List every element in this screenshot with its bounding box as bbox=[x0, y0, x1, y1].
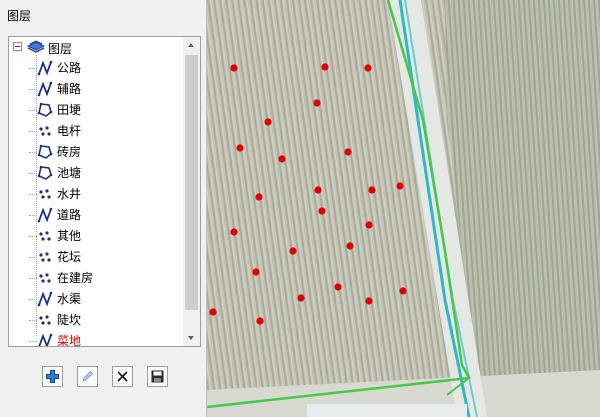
map-point-marker[interactable] bbox=[365, 297, 373, 305]
polygon-layer-icon bbox=[37, 144, 53, 159]
line-layer-icon bbox=[37, 291, 53, 307]
layer-item[interactable]: 水渠 bbox=[29, 289, 177, 309]
map-point-marker[interactable] bbox=[252, 268, 260, 276]
point-layer-icon bbox=[39, 126, 51, 136]
layer-tree[interactable]: 图层 公路辅路田埂电杆砖房池塘水井道路其他花坛在建房水渠陡坎菜地 bbox=[8, 36, 201, 347]
layer-item[interactable]: 在建房 bbox=[29, 268, 177, 288]
map-point-marker[interactable] bbox=[346, 242, 354, 250]
map-point-marker[interactable] bbox=[209, 308, 217, 316]
line-layer-icon bbox=[37, 81, 53, 97]
line-layer-icon bbox=[37, 60, 53, 76]
layer-label: 电杆 bbox=[57, 124, 82, 138]
aerial-imagery bbox=[207, 0, 600, 417]
layer-label: 其他 bbox=[57, 229, 82, 243]
map-point-marker[interactable] bbox=[236, 144, 244, 152]
map-point-marker[interactable] bbox=[256, 317, 264, 325]
edit-layer-button[interactable] bbox=[77, 366, 98, 387]
point-layer-icon bbox=[39, 315, 51, 325]
map-point-marker[interactable] bbox=[230, 228, 238, 236]
map-point-marker[interactable] bbox=[313, 99, 321, 107]
map-point-marker[interactable] bbox=[289, 247, 297, 255]
line-layer-icon bbox=[37, 207, 53, 223]
layer-item[interactable]: 电杆 bbox=[29, 121, 177, 141]
layer-label: 砖房 bbox=[57, 145, 82, 159]
map-point-marker[interactable] bbox=[314, 186, 322, 194]
add-layer-button[interactable] bbox=[42, 366, 63, 387]
layer-item[interactable]: 公路 bbox=[29, 58, 177, 78]
line-layer-icon bbox=[38, 333, 53, 346]
point-layer-icon bbox=[39, 252, 51, 262]
plus-icon bbox=[46, 370, 59, 383]
layer-label: 在建房 bbox=[57, 271, 94, 285]
map-point-marker[interactable] bbox=[399, 287, 407, 295]
map-point-marker[interactable] bbox=[321, 63, 329, 71]
map-point-marker[interactable] bbox=[365, 221, 373, 229]
map-point-marker[interactable] bbox=[255, 193, 263, 201]
save-button[interactable] bbox=[147, 366, 168, 387]
layer-panel: 图层 图层 公路辅路田埂电杆砖房池塘水井道路其他花坛在建房水渠陡坎菜地 bbox=[0, 0, 207, 417]
map-point-marker[interactable] bbox=[278, 155, 286, 163]
layer-label: 水渠 bbox=[57, 292, 82, 306]
layer-item[interactable]: 陡坎 bbox=[29, 310, 177, 330]
scrollbar-thumb[interactable] bbox=[185, 55, 198, 310]
layer-label: 池塘 bbox=[57, 166, 82, 180]
scroll-down-icon[interactable] bbox=[183, 329, 200, 346]
delete-layer-button[interactable] bbox=[112, 366, 133, 387]
layer-label: 辅路 bbox=[57, 82, 82, 96]
tree-scrollbar[interactable] bbox=[183, 37, 200, 346]
layer-label: 陡坎 bbox=[57, 313, 82, 327]
collapse-toggle-icon[interactable] bbox=[13, 42, 22, 51]
layer-label: 田埂 bbox=[57, 103, 82, 117]
point-layer-icon bbox=[39, 273, 51, 283]
layer-item[interactable]: 水井 bbox=[29, 184, 177, 204]
close-icon bbox=[117, 371, 128, 382]
tree-root-layers[interactable]: 图层 bbox=[9, 37, 184, 57]
map-point-marker[interactable] bbox=[297, 294, 305, 302]
layer-item[interactable]: 菜地 bbox=[29, 331, 177, 347]
map-point-marker[interactable] bbox=[334, 283, 342, 291]
layer-item[interactable]: 砖房 bbox=[29, 142, 177, 162]
polygon-layer-icon bbox=[37, 102, 53, 117]
polygon-layer-icon bbox=[37, 165, 53, 180]
layer-item[interactable]: 田埂 bbox=[29, 100, 177, 120]
scroll-up-icon[interactable] bbox=[183, 37, 200, 54]
layer-item[interactable]: 其他 bbox=[29, 226, 177, 246]
map-point-marker[interactable] bbox=[368, 186, 376, 194]
floppy-disk-icon bbox=[151, 370, 164, 383]
layers-icon bbox=[27, 40, 45, 53]
map-point-marker[interactable] bbox=[396, 182, 404, 190]
layer-item[interactable]: 池塘 bbox=[29, 163, 177, 183]
layer-label: 花坛 bbox=[57, 250, 82, 264]
layer-label: 菜地 bbox=[57, 334, 82, 347]
point-layer-icon bbox=[39, 189, 51, 199]
tree-root-label: 图层 bbox=[48, 42, 73, 56]
layer-item[interactable]: 辅路 bbox=[29, 79, 177, 99]
map-point-marker[interactable] bbox=[364, 64, 372, 72]
layer-item[interactable]: 花坛 bbox=[29, 247, 177, 267]
map-point-marker[interactable] bbox=[264, 118, 272, 126]
point-layer-icon bbox=[39, 231, 51, 241]
layer-label: 水井 bbox=[57, 187, 82, 201]
pencil-icon bbox=[82, 370, 94, 382]
map-view[interactable] bbox=[207, 0, 600, 417]
layer-label: 公路 bbox=[57, 61, 82, 75]
panel-title: 图层 bbox=[7, 9, 32, 23]
layer-item[interactable]: 道路 bbox=[29, 205, 177, 225]
map-point-marker[interactable] bbox=[318, 207, 326, 215]
map-point-marker[interactable] bbox=[344, 148, 352, 156]
layer-label: 道路 bbox=[57, 208, 82, 222]
map-point-marker[interactable] bbox=[230, 64, 238, 72]
